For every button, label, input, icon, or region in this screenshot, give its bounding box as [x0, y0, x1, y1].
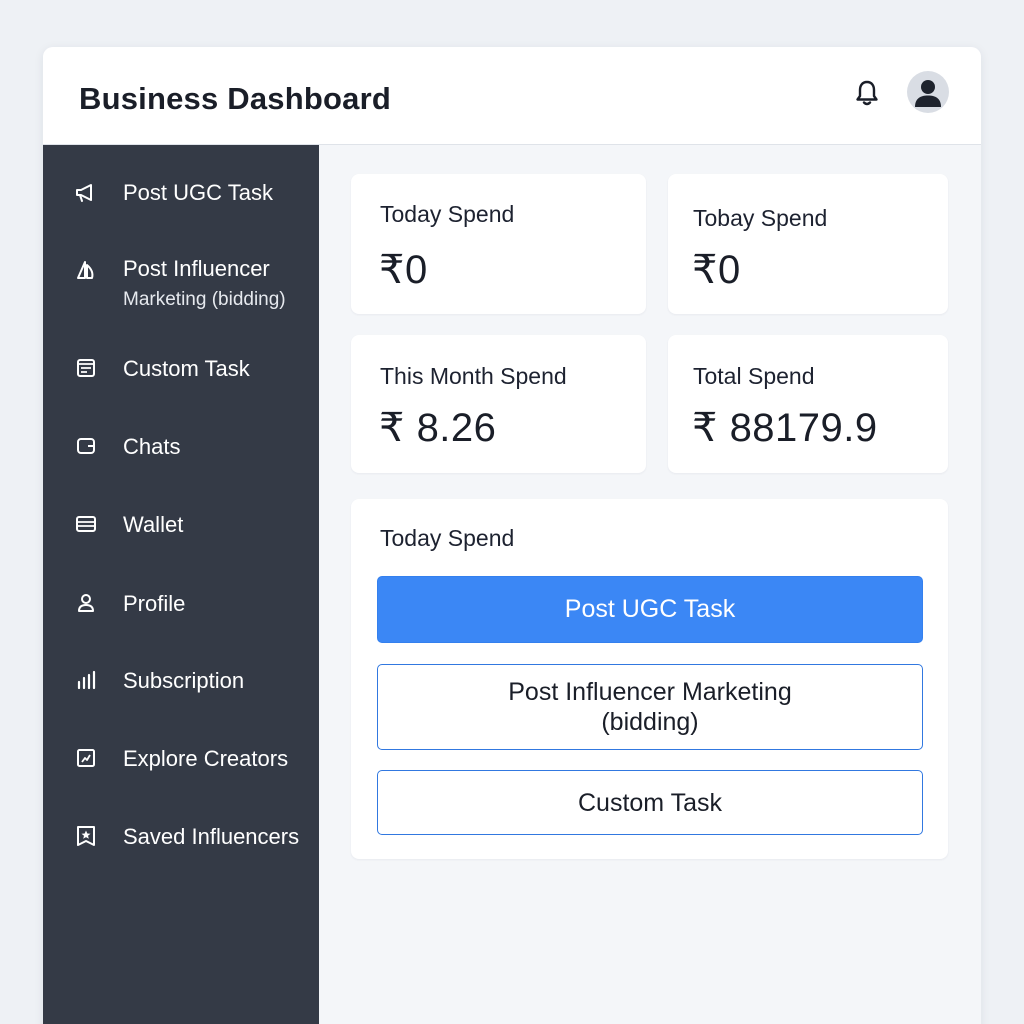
page-title: Business Dashboard: [79, 81, 391, 116]
stat-value: ₹ 88179.9: [692, 406, 878, 450]
sail-icon: [74, 259, 98, 283]
sidebar-item-post-ugc-task[interactable]: Post UGC Task: [43, 180, 319, 206]
stat-label: Today Spend: [380, 201, 515, 227]
sidebar-item-sublabel: Marketing (bidding): [123, 289, 286, 310]
stat-value: ₹ 8.26: [379, 406, 497, 450]
quick-actions-card: Today Spend Post UGC Task Post Influence…: [351, 499, 948, 859]
stat-label: Tobay Spend: [693, 205, 828, 231]
wallet-icon: [74, 512, 98, 536]
bell-icon[interactable]: [851, 77, 883, 109]
button-label-line1: Post Influencer Marketing: [508, 678, 792, 706]
bar-chart-icon: [74, 668, 98, 692]
sidebar-item-label: Saved Influencers: [123, 824, 300, 849]
button-label: Custom Task: [577, 788, 723, 817]
sidebar-item-label: Post Influencer: [123, 256, 270, 281]
chat-icon: [74, 434, 98, 458]
stat-card-tobay-spend: Tobay Spend ₹0: [668, 174, 948, 314]
stat-label: Total Spend: [693, 363, 815, 389]
document-icon: [74, 356, 98, 380]
sidebar-item-label: Chats: [123, 434, 181, 459]
custom-task-button[interactable]: Custom Task: [377, 770, 923, 835]
stat-value: ₹0: [379, 248, 428, 292]
stat-card-total-spend: Total Spend ₹ 88179.9: [668, 335, 948, 473]
button-label-line2: (bidding): [601, 708, 699, 736]
card-title: Today Spend: [380, 525, 515, 551]
sidebar-item-chats[interactable]: Chats: [43, 434, 319, 460]
sidebar-item-profile[interactable]: Profile: [43, 591, 319, 617]
sidebar-item-label: Subscription: [123, 668, 245, 693]
sidebar-item-explore-creators[interactable]: Explore Creators: [43, 746, 319, 772]
user-avatar-icon[interactable]: [907, 71, 949, 113]
sidebar-item-label: Wallet: [123, 512, 184, 537]
sidebar-item-subscription[interactable]: Subscription: [43, 668, 319, 694]
star-bookmark-icon: [74, 824, 98, 848]
sidebar-item-post-influencer[interactable]: Post Influencer Marketing (bidding): [43, 256, 319, 311]
post-influencer-marketing-button[interactable]: Post Influencer Marketing (bidding): [377, 664, 923, 750]
explore-icon: [74, 746, 98, 770]
sidebar-item-label: Post UGC Task: [123, 180, 273, 205]
stat-label: This Month Spend: [380, 363, 567, 389]
post-ugc-task-button[interactable]: Post UGC Task: [377, 576, 923, 643]
sidebar-item-custom-task[interactable]: Custom Task: [43, 356, 319, 382]
app-window: Business Dashboard Post UGC Task Post In…: [43, 47, 981, 1024]
button-label: Post UGC Task: [564, 595, 736, 623]
stat-card-month-spend: This Month Spend ₹ 8.26: [351, 335, 646, 473]
sidebar-item-wallet[interactable]: Wallet: [43, 512, 319, 538]
sidebar: Post UGC Task Post Influencer Marketing …: [43, 145, 319, 1024]
sidebar-item-label: Custom Task: [123, 356, 250, 381]
stat-card-today-spend: Today Spend ₹0: [351, 174, 646, 314]
person-icon: [74, 591, 98, 615]
top-header: Business Dashboard: [43, 47, 981, 145]
sidebar-item-label: Explore Creators: [123, 746, 289, 771]
megaphone-icon: [74, 180, 98, 204]
sidebar-item-saved-influencers[interactable]: Saved Influencers: [43, 824, 319, 850]
sidebar-item-label: Profile: [123, 591, 186, 616]
stat-value: ₹0: [692, 248, 741, 292]
